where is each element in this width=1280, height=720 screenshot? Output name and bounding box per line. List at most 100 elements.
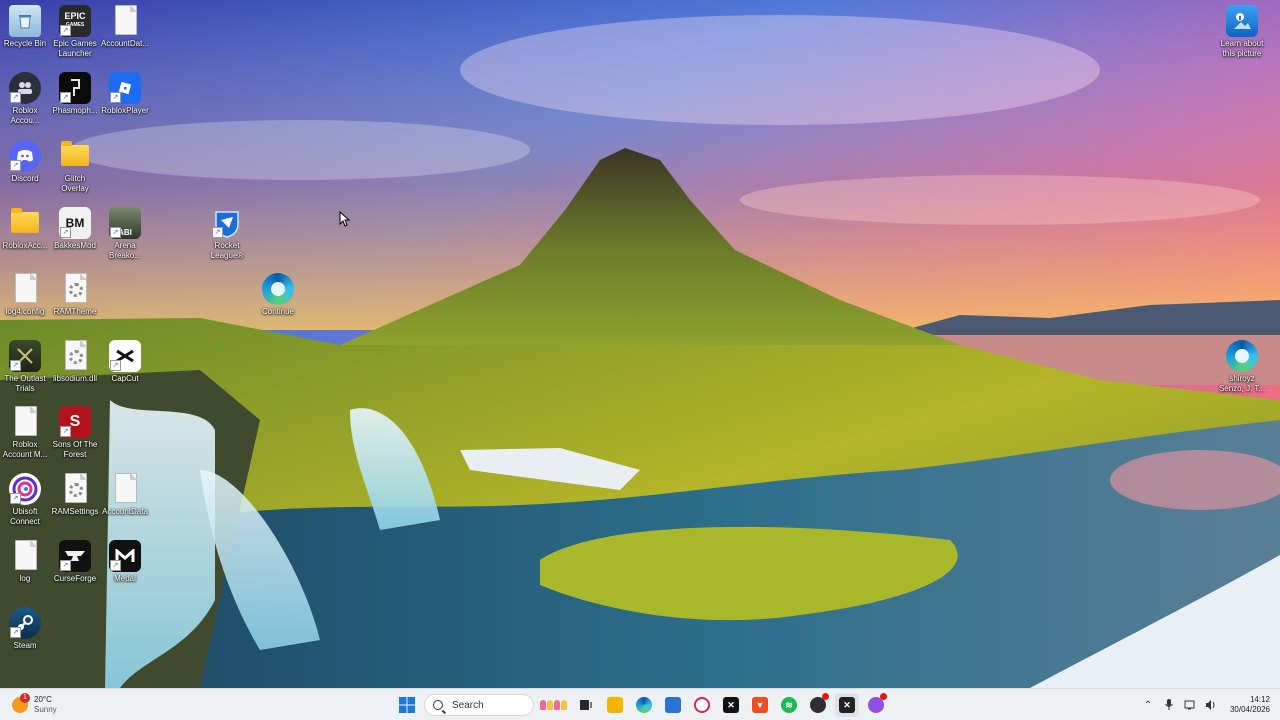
desktop-wallpaper — [0, 0, 1280, 688]
desktop-icon-outlast-trials[interactable]: ↗ The Outlast Trials — [0, 340, 50, 394]
desktop-icon-label: Steam — [13, 641, 37, 650]
clock[interactable]: 14:12 30/04/2026 — [1230, 695, 1270, 715]
desktop-icon-capcut[interactable]: ↗ CapCut — [100, 340, 150, 384]
desktop-icon-recycle-bin[interactable]: Recycle Bin — [0, 5, 50, 49]
taskbar: 1 20°C Sunny Search ✕ ▼ ≋ ✕ ⌃ 14:12 30/0… — [0, 688, 1280, 720]
desktop-icon-arena-breakout[interactable]: ABI ↗ Arena Breako... — [100, 207, 150, 261]
desktop-icon-roblox-account-manager-file[interactable]: Roblox Account M... — [0, 406, 50, 460]
taskbar-app-microsoft-store[interactable] — [661, 693, 685, 717]
folder-icon — [9, 207, 41, 239]
roblox-account-manager-icon: ↗ — [9, 72, 41, 104]
search-icon — [433, 700, 443, 710]
taskbar-search[interactable]: Search — [424, 694, 534, 716]
desktop-icon-label: Recycle Bin — [3, 39, 47, 48]
edge-icon — [636, 697, 652, 713]
desktop-icon-label: Arena Breako... — [108, 241, 141, 260]
taskbar-app-file-explorer[interactable] — [603, 693, 627, 717]
desktop-icon-accountdat[interactable]: AccountDat... — [100, 5, 150, 49]
desktop-icon-label: shiroyz Senzo, J. T... — [1218, 374, 1266, 393]
microphone-icon[interactable] — [1163, 699, 1175, 711]
taskbar-app-spotify[interactable]: ≋ — [777, 693, 801, 717]
taskbar-app-opera-gx[interactable] — [690, 693, 714, 717]
opera-gx-icon — [694, 697, 710, 713]
desktop-icon-ramsettings[interactable]: RAMSettings — [50, 473, 100, 517]
desktop-icon-label: Roblox Accou... — [10, 106, 40, 125]
taskbar-app-brave[interactable]: ▼ — [748, 693, 772, 717]
document-icon — [9, 540, 41, 572]
desktop-icon-discord[interactable]: ↗ Discord — [0, 140, 50, 184]
desktop-icon-label: Phasmoph... — [52, 106, 98, 115]
settings-file-icon — [59, 473, 91, 505]
desktop-icon-steam[interactable]: ↗ Steam — [0, 607, 50, 651]
desktop-icon-libsodium-dll[interactable]: libsodium.dll — [50, 340, 100, 384]
desktop-icon-label: Discord — [11, 174, 39, 183]
microsoft-store-icon — [665, 697, 681, 713]
desktop-icon-roblox-player[interactable]: ↗ RobloxPlayer — [100, 72, 150, 116]
desktop-icon-robloxacc-folder[interactable]: RobloxAcc... — [0, 207, 50, 251]
desktop-icon-log4-config[interactable]: log4.config — [0, 273, 50, 317]
document-icon — [109, 473, 141, 505]
curseforge-icon: ↗ — [59, 540, 91, 572]
desktop-icon-sons-of-the-forest[interactable]: S ↗ Sons Of The Forest — [50, 406, 100, 460]
desktop-icon-log[interactable]: log — [0, 540, 50, 584]
steam-icon: ↗ — [9, 607, 41, 639]
desktop-icon-label: libsodium.dll — [52, 374, 98, 383]
document-icon — [109, 5, 141, 37]
start-button[interactable] — [395, 693, 419, 717]
taskbar-app-discord[interactable] — [864, 693, 888, 717]
desktop-icon-edge-shortcut[interactable]: shiroyz Senzo, J. T... — [1216, 340, 1268, 394]
desktop-icon-medal[interactable]: ↗ Medal — [100, 540, 150, 584]
weather-widget[interactable]: 1 20°C Sunny — [12, 693, 57, 717]
desktop-icon-label: AccountDat... — [100, 39, 150, 48]
sons-of-the-forest-icon: S ↗ — [59, 406, 91, 438]
taskbar-center: Search ✕ ▼ ≋ ✕ — [395, 693, 893, 717]
sun-icon: 1 — [12, 693, 30, 713]
desktop-icon-ubisoft-connect[interactable]: ↗ Ubisoft Connect — [0, 473, 50, 527]
desktop-icon-ramtheme[interactable]: RAMTheme — [50, 273, 100, 317]
desktop-icon-accountdata[interactable]: AccountData — [100, 473, 150, 517]
desktop-icon-label: RobloxPlayer — [101, 106, 149, 115]
capcut-icon: ↗ — [109, 340, 141, 372]
desktop-icon-label: Continue — [261, 307, 295, 316]
document-icon — [9, 406, 41, 438]
task-view-icon — [580, 700, 592, 710]
taskbar-app-edge[interactable] — [632, 693, 656, 717]
desktop-icon-label: The Outlast Trials — [4, 374, 46, 393]
desktop-icon-epic-games-launcher[interactable]: EPIC GAMES ↗ Epic Games Launcher — [50, 5, 100, 59]
desktop-icon-continue[interactable]: Continue — [253, 273, 303, 317]
desktop-icon-label: RAMTheme — [53, 307, 97, 316]
edge-icon — [262, 273, 294, 305]
desktop-icon-label: Ubisoft Connect — [10, 507, 40, 526]
desktop-icon-roblox-account-manager[interactable]: ↗ Roblox Accou... — [0, 72, 50, 126]
active-app-icon: ✕ — [839, 697, 855, 713]
file-explorer-icon — [607, 697, 623, 713]
chevron-up-icon[interactable]: ⌃ — [1142, 699, 1154, 711]
document-icon — [9, 273, 41, 305]
desktop-icon-label: CapCut — [111, 374, 139, 383]
taskbar-app-capcut[interactable]: ✕ — [719, 693, 743, 717]
ubisoft-connect-icon: ↗ — [9, 473, 41, 505]
desktop-icon-phasmophobia[interactable]: ↗ Phasmoph... — [50, 72, 100, 116]
taskbar-app-active[interactable]: ✕ — [835, 693, 859, 717]
taskbar-app-obs[interactable] — [806, 693, 830, 717]
search-highlight-icon[interactable] — [540, 700, 568, 710]
roblox-player-icon: ↗ — [109, 72, 141, 104]
clock-date: 30/04/2026 — [1229, 705, 1270, 714]
volume-icon[interactable] — [1205, 699, 1217, 711]
desktop-icon-learn-about-picture[interactable]: Learn about this picture — [1216, 5, 1268, 59]
task-view-button[interactable] — [574, 693, 598, 717]
desktop-icon-label: Roblox Account M... — [2, 440, 48, 459]
weather-temperature: 20°C — [34, 695, 52, 704]
discord-notification-badge — [880, 693, 887, 700]
network-icon[interactable] — [1184, 699, 1196, 711]
desktop-icon-bakkesmod[interactable]: BM ↗ BakkesMod — [50, 207, 100, 251]
desktop-icon-label: Epic Games Launcher — [53, 39, 97, 58]
discord-icon: ↗ — [9, 140, 41, 172]
brave-icon: ▼ — [752, 697, 768, 713]
desktop-icon-glitch-overlay[interactable]: Glitch Overlay — [50, 140, 100, 194]
desktop-icon-rocket-league[interactable]: ↗ Rocket League® — [202, 207, 252, 261]
mouse-cursor-icon — [339, 211, 351, 227]
epic-games-icon: EPIC GAMES ↗ — [59, 5, 91, 37]
spotify-icon: ≋ — [781, 697, 797, 713]
desktop-icon-curseforge[interactable]: ↗ CurseForge — [50, 540, 100, 584]
